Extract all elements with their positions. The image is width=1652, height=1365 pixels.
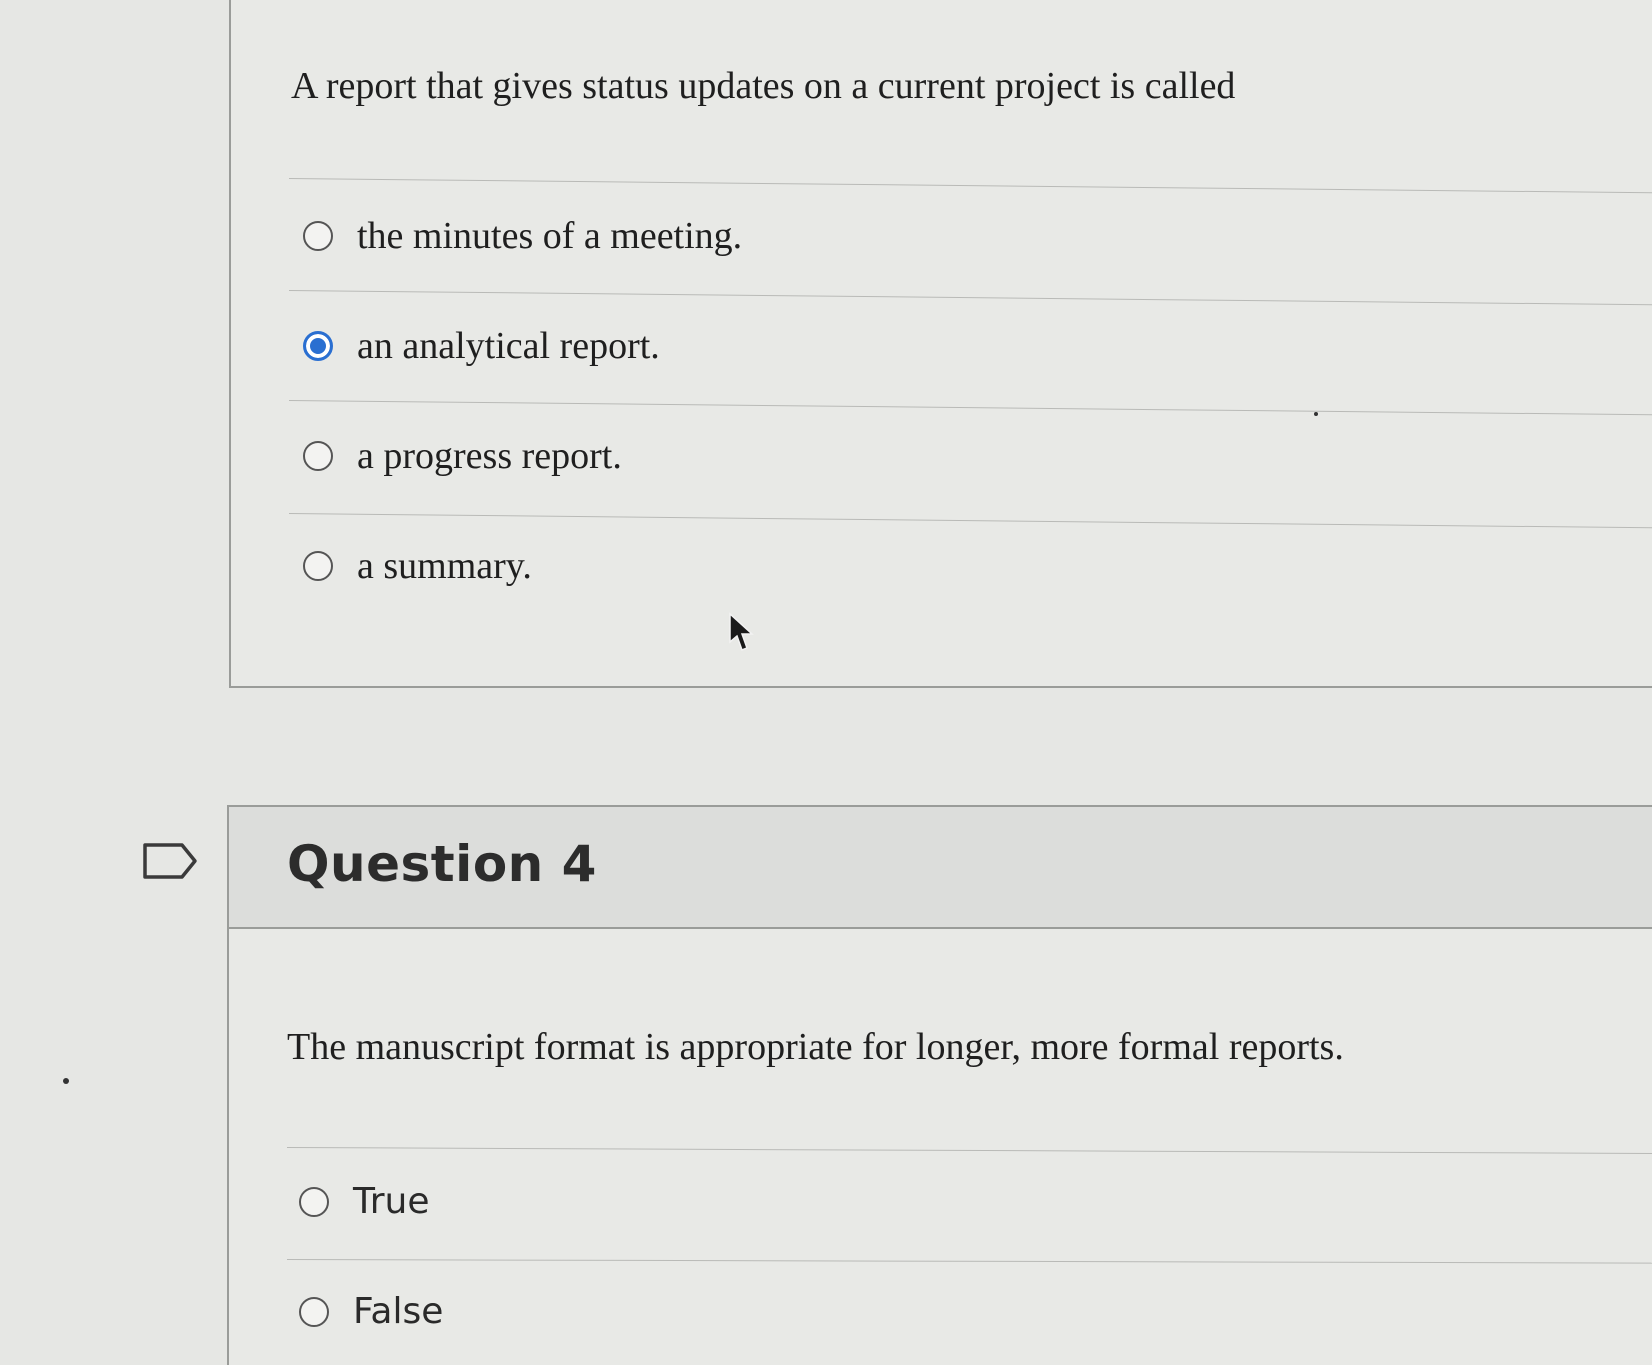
speck	[63, 1078, 69, 1084]
divider	[286, 1259, 1652, 1264]
question-3-card: A report that gives status updates on a …	[229, 0, 1652, 688]
divider	[286, 1147, 1652, 1155]
divider	[288, 400, 1652, 416]
radio-button[interactable]	[303, 551, 333, 581]
question-title: Question 4	[287, 835, 597, 893]
question-4-text: The manuscript format is appropriate for…	[287, 1026, 1344, 1068]
radio-button[interactable]	[299, 1186, 329, 1217]
answer-label: True	[353, 1181, 430, 1222]
answer-option-false[interactable]: False	[299, 1291, 443, 1332]
question-4-card: Question 4 The manuscript format is appr…	[227, 805, 1652, 1365]
answer-option-4[interactable]: a summary.	[303, 544, 532, 588]
answer-label: the minutes of a meeting.	[357, 215, 743, 257]
speck	[1314, 412, 1318, 416]
divider	[288, 290, 1652, 306]
radio-button[interactable]	[303, 221, 333, 251]
answer-label: an analytical report.	[357, 325, 660, 367]
answer-option-1[interactable]: the minutes of a meeting.	[303, 214, 742, 258]
flag-icon[interactable]	[142, 842, 198, 880]
radio-button[interactable]	[303, 441, 333, 471]
radio-button[interactable]	[299, 1296, 329, 1327]
question-4-header: Question 4	[229, 807, 1652, 929]
divider	[288, 513, 1652, 529]
divider	[288, 178, 1652, 194]
answer-label: False	[353, 1291, 444, 1332]
answer-option-2[interactable]: an analytical report.	[303, 324, 660, 368]
mouse-pointer-icon	[729, 612, 754, 651]
radio-button-selected[interactable]	[303, 331, 333, 361]
answer-option-3[interactable]: a progress report.	[303, 434, 622, 478]
answer-label: a summary.	[357, 545, 532, 587]
answer-label: a progress report.	[357, 435, 622, 477]
answer-option-true[interactable]: True	[299, 1181, 429, 1222]
question-3-text: A report that gives status updates on a …	[291, 65, 1236, 107]
